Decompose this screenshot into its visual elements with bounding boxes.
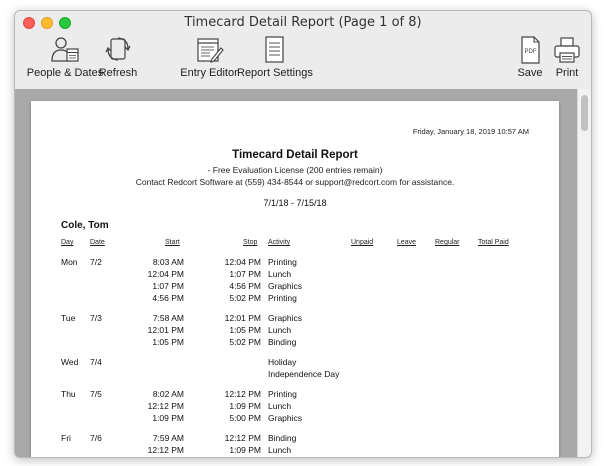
cell-start: 7:58 AM	[152, 313, 184, 323]
cell-start: 8:03 AM	[152, 257, 184, 267]
cell-start: 12:04 PM	[147, 269, 184, 279]
report-window: Timecard Detail Report (Page 1 of 8) Peo…	[14, 10, 592, 458]
cell-activity: Binding	[268, 337, 297, 347]
pdf-document-icon: PDF	[521, 36, 540, 64]
cell-activity: Lunch	[268, 401, 292, 411]
cell-start: 12:01 PM	[147, 325, 184, 335]
cell-activity: Printing	[268, 257, 297, 267]
cell-start: 1:09 PM	[152, 413, 184, 423]
cell-date: 7/6	[90, 433, 102, 443]
cell-day: Mon	[61, 257, 78, 267]
report-page: Friday, January 18, 2019 10:57 AM Timeca…	[31, 101, 559, 458]
col-header-regular: Regular	[435, 239, 460, 246]
window-title: Timecard Detail Report (Page 1 of 8)	[184, 15, 422, 30]
cell-start: 12:12 PM	[147, 445, 184, 455]
save-button[interactable]: PDF Save	[513, 35, 547, 79]
cell-date: 7/4	[90, 357, 102, 367]
scrollbar-thumb[interactable]	[581, 95, 588, 131]
vertical-scrollbar[interactable]	[577, 89, 591, 457]
cell-activity: Printing	[268, 293, 297, 303]
print-label: Print	[555, 67, 579, 79]
cell-activity: Lunch	[268, 269, 292, 279]
zoom-window-button[interactable]	[59, 17, 71, 29]
report-title: Timecard Detail Report	[232, 149, 358, 161]
cell-activity: Binding	[268, 433, 297, 443]
col-header-day: Day	[61, 239, 74, 246]
date-range: 7/1/18 - 7/15/18	[263, 198, 327, 208]
printer-icon	[554, 37, 580, 63]
cell-activity: Independence Day	[268, 369, 340, 379]
cell-day: Wed	[61, 357, 79, 367]
toolbar: People & Dates Refresh Entry Editor Repo…	[15, 33, 591, 89]
save-label: Save	[517, 67, 543, 79]
cell-activity: Printing	[268, 457, 297, 458]
cell-start: 7:59 AM	[152, 433, 184, 443]
cell-activity: Lunch	[268, 325, 292, 335]
cell-stop: 12:01 PM	[224, 313, 261, 323]
col-header-activity: Activity	[268, 239, 291, 246]
title-bar: Timecard Detail Report (Page 1 of 8)	[15, 11, 591, 35]
pdf-icon-text: PDF	[525, 49, 537, 55]
cell-stop: 1:09 PM	[229, 445, 261, 455]
entry-editor-button[interactable]: Entry Editor	[175, 35, 243, 79]
cell-stop: 1:09 PM	[229, 401, 261, 411]
cell-stop: 4:56 PM	[229, 281, 261, 291]
people-dates-label: People & Dates	[26, 67, 104, 79]
cell-stop: 1:05 PM	[229, 325, 261, 335]
refresh-icon	[105, 37, 131, 61]
cell-activity: Graphics	[268, 413, 303, 423]
col-header-date: Date	[90, 239, 105, 246]
print-button[interactable]: Print	[549, 35, 585, 79]
col-header-unpaid: Unpaid	[351, 239, 374, 246]
cell-activity: Lunch	[268, 445, 292, 455]
cell-stop: 5:02 PM	[229, 337, 261, 347]
contact-line: Contact Redcort Software at (559) 434-85…	[135, 177, 455, 187]
cell-date: 7/5	[90, 389, 102, 399]
cell-day: Fri	[61, 433, 71, 443]
cell-stop: 5:02 PM	[229, 293, 261, 303]
cell-start: 1:05 PM	[152, 337, 184, 347]
people-calendar-icon	[51, 37, 79, 62]
cell-stop: 1:07 PM	[229, 269, 261, 279]
cell-day: Tue	[61, 313, 76, 323]
cell-activity: Graphics	[268, 313, 303, 323]
cell-date: 7/2	[90, 257, 102, 267]
minimize-window-button[interactable]	[41, 17, 53, 29]
cell-stop: 12:12 PM	[224, 433, 261, 443]
col-header-total-paid: Total Paid	[478, 239, 509, 246]
report-settings-icon	[265, 36, 284, 63]
close-window-button[interactable]	[23, 17, 35, 29]
col-header-start: Start	[165, 239, 180, 246]
col-header-leave: Leave	[397, 239, 417, 246]
people-dates-button[interactable]: People & Dates	[23, 35, 107, 79]
cell-start: 1:07 PM	[152, 457, 184, 458]
report-settings-label: Report Settings	[237, 67, 313, 79]
report-datestamp: Friday, January 18, 2019 10:57 AM	[412, 127, 529, 136]
cell-start: 8:02 AM	[152, 389, 184, 399]
entry-editor-icon	[197, 38, 224, 63]
cell-stop: 5:00 PM	[229, 413, 261, 423]
cell-activity: Holiday	[268, 357, 297, 367]
entry-editor-label: Entry Editor	[180, 67, 238, 79]
refresh-button[interactable]: Refresh	[97, 35, 139, 79]
cell-date: 7/3	[90, 313, 102, 323]
col-header-stop: Stop	[243, 239, 258, 246]
cell-activity: Graphics	[268, 281, 303, 291]
refresh-label: Refresh	[98, 67, 138, 79]
cell-stop: 12:04 PM	[224, 257, 261, 267]
cell-stop: 5:03 PM	[229, 457, 261, 458]
report-settings-button[interactable]: Report Settings	[237, 35, 313, 79]
cell-start: 1:07 PM	[152, 281, 184, 291]
employee-name: Cole, Tom	[61, 220, 109, 231]
license-line: - Free Evaluation License (200 entries r…	[207, 165, 383, 175]
cell-start: 12:12 PM	[147, 401, 184, 411]
cell-start: 4:56 PM	[152, 293, 184, 303]
cell-activity: Printing	[268, 389, 297, 399]
cell-day: Thu	[61, 389, 76, 399]
report-preview-area[interactable]: Friday, January 18, 2019 10:57 AM Timeca…	[15, 89, 591, 458]
cell-stop: 12:12 PM	[224, 389, 261, 399]
